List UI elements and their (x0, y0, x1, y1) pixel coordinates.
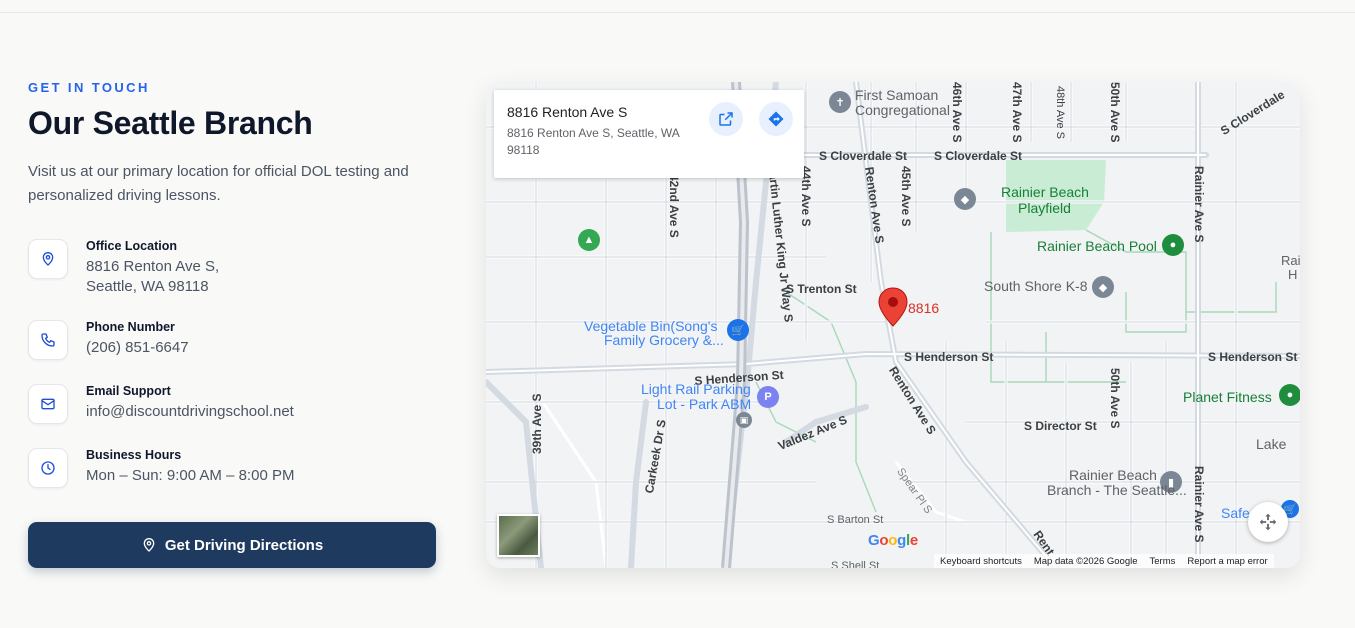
street-label: S Henderson St (904, 350, 994, 364)
get-directions-button[interactable]: Get Driving Directions (28, 522, 436, 568)
place-card-title: 8816 Renton Ave S (507, 104, 628, 120)
place-label: South Shore K-8 (984, 278, 1088, 294)
email-link[interactable]: info@discountdrivingschool.net (86, 402, 294, 422)
place-label: Playfield (1018, 200, 1071, 216)
parking-icon[interactable]: P (757, 386, 779, 408)
place-label: Congregational (855, 102, 950, 118)
street-label: S Shell St (831, 560, 880, 568)
contact-section: GET IN TOUCH Our Seattle Branch Visit us… (28, 80, 438, 208)
mail-icon (28, 384, 68, 424)
page-title: Our Seattle Branch (28, 105, 313, 141)
place-label: Lake (1256, 436, 1287, 452)
directions-icon (768, 111, 784, 127)
fullscreen-button[interactable] (1248, 502, 1288, 542)
place-label: Rai (1281, 253, 1300, 268)
school-icon[interactable]: ◆ (954, 188, 976, 210)
place-label: Rainier Beach (1069, 467, 1157, 483)
info-office-location: Office Location 8816 Renton Ave S, Seatt… (28, 239, 219, 297)
open-in-maps-button[interactable] (709, 102, 743, 136)
street-label: S Henderson St (1208, 350, 1298, 364)
keyboard-shortcuts-link[interactable]: Keyboard shortcuts (940, 556, 1022, 567)
street-label: S Cloverdale St (934, 149, 1023, 163)
place-label: Light Rail Parking (641, 381, 751, 397)
report-map-error-link[interactable]: Report a map error (1187, 556, 1267, 567)
street-label: 42nd Ave S (667, 174, 681, 238)
pin-label: 8816 (908, 300, 940, 316)
map-attribution: Keyboard shortcuts Map data ©2026 Google… (934, 554, 1274, 568)
place-label: Branch - The Seattle... (1047, 482, 1187, 498)
place-label: First Samoan (855, 87, 939, 103)
street-label: Rainier Ave S (1192, 466, 1206, 543)
place-label: Family Grocery &... (604, 332, 724, 348)
street-label: 45th Ave S (899, 166, 913, 227)
map-pin-icon (143, 538, 155, 552)
info-email: Email Support info@discountdrivingschool… (28, 384, 294, 424)
park-icon[interactable]: ▲ (578, 229, 600, 251)
street-label: S Trenton St (786, 282, 857, 296)
info-label: Phone Number (86, 320, 175, 334)
street-label: Rainier Ave S (1192, 166, 1206, 243)
top-divider (0, 12, 1355, 13)
info-phone: Phone Number (206) 851-6647 (28, 320, 189, 360)
street-label: S Barton St (827, 514, 884, 526)
info-label: Business Hours (86, 448, 182, 462)
phone-number[interactable]: (206) 851-6647 (86, 338, 189, 358)
directions-button[interactable] (759, 102, 793, 136)
cta-label: Get Driving Directions (164, 536, 324, 554)
place-label: Rainier Beach Pool (1037, 238, 1157, 254)
info-hours: Business Hours Mon – Sun: 9:00 AM – 8:00… (28, 448, 294, 488)
clock-icon (28, 448, 68, 488)
info-label: Email Support (86, 384, 171, 398)
satellite-toggle-button[interactable] (497, 514, 540, 557)
pool-icon[interactable]: ● (1162, 234, 1184, 256)
church-icon[interactable]: ✝ (829, 91, 851, 113)
map-embed[interactable]: ✝ ◆ ● ◆ ▲ 🛒 P ▣ ● ▮ 🛒 First Samoan Congr… (486, 82, 1300, 568)
place-card: 8816 Renton Ave S 8816 Renton Ave S, Sea… (494, 90, 804, 178)
phone-icon (28, 320, 68, 360)
place-label: Lot - Park ABM (657, 396, 752, 412)
transit-icon[interactable]: ▣ (736, 412, 752, 428)
street-label: 50th Ave S (1108, 82, 1122, 143)
info-value-line2: Seattle, WA 98118 (86, 278, 209, 295)
info-label: Office Location (86, 239, 177, 253)
street-label: 39th Ave S (530, 393, 544, 454)
terms-link[interactable]: Terms (1150, 556, 1176, 567)
street-label: 47th Ave S (1010, 82, 1024, 143)
street-label: 48th Ave S (1054, 86, 1066, 140)
map-data-text: Map data ©2026 Google (1033, 555, 1138, 567)
map-pin-icon (28, 239, 68, 279)
street-label: S Director St (1024, 419, 1097, 433)
place-card-address: 8816 Renton Ave S, Seattle, WA 98118 (507, 126, 680, 157)
shopping-cart-icon[interactable]: 🛒 (727, 319, 749, 341)
place-label: H (1288, 267, 1298, 282)
gym-icon[interactable]: ● (1279, 384, 1300, 406)
place-label: Rainier Beach (1001, 184, 1089, 200)
place-label: Safe (1221, 505, 1250, 521)
external-link-icon (719, 112, 733, 126)
hours-value: Mon – Sun: 9:00 AM – 8:00 PM (86, 467, 295, 484)
street-label: 46th Ave S (950, 82, 964, 143)
fullscreen-icon (1259, 513, 1277, 531)
school-icon[interactable]: ◆ (1092, 276, 1114, 298)
section-description: Visit us at our primary location for off… (28, 163, 409, 204)
info-value-line1: 8816 Renton Ave S, (86, 258, 220, 275)
google-logo: Google (868, 532, 918, 549)
street-label: S Cloverdale St (819, 149, 908, 163)
section-eyebrow: GET IN TOUCH (28, 80, 150, 95)
street-label: 50th Ave S (1108, 368, 1122, 429)
place-label: Planet Fitness (1183, 389, 1272, 405)
